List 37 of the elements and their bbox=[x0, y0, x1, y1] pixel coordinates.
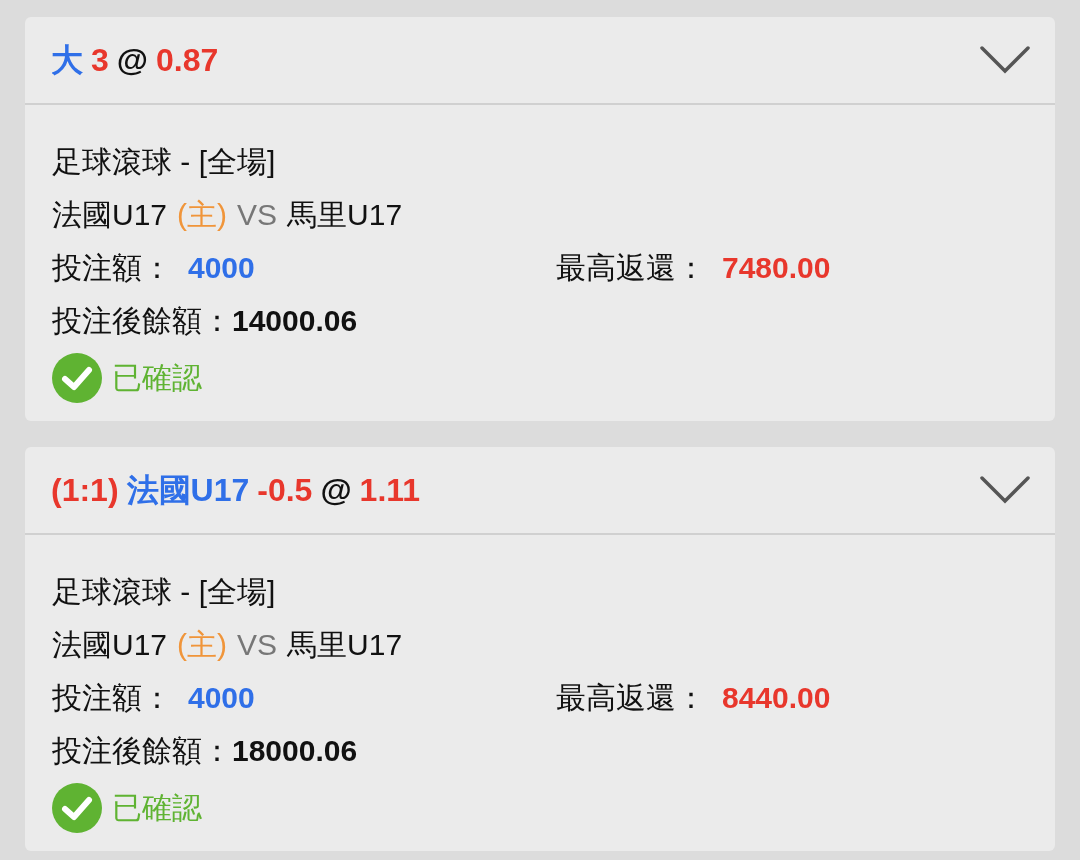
return-value: 7480.00 bbox=[722, 250, 831, 286]
home-team: 法國U17 bbox=[52, 197, 168, 233]
title-part: 大 bbox=[51, 41, 83, 80]
title-part: -0.5 bbox=[257, 471, 313, 510]
title-part: @ bbox=[320, 471, 352, 510]
status-label: 已確認 bbox=[112, 360, 202, 396]
vs-label: VS bbox=[237, 197, 278, 233]
balance-label: 投注後餘額： bbox=[52, 733, 232, 769]
stake-value: 4000 bbox=[188, 250, 255, 286]
balance-value: 14000.06 bbox=[232, 303, 358, 339]
title-part: (1:1) bbox=[51, 471, 119, 510]
home-team: 法國U17 bbox=[52, 627, 168, 663]
title-part: 3 bbox=[91, 41, 109, 80]
home-tag: (主) bbox=[177, 188, 228, 241]
stake-label: 投注額： bbox=[52, 680, 172, 716]
title-part: 1.11 bbox=[359, 471, 421, 510]
title-part: 法國U17 bbox=[126, 471, 250, 510]
market-label: 足球滾球 - [全場] bbox=[52, 144, 276, 180]
market-label: 足球滾球 - [全場] bbox=[52, 574, 276, 610]
balance-value: 18000.06 bbox=[232, 733, 358, 769]
balance-label: 投注後餘額： bbox=[52, 303, 232, 339]
chevron-down-icon[interactable] bbox=[979, 45, 1031, 75]
return-value: 8440.00 bbox=[722, 680, 831, 716]
away-team: 馬里U17 bbox=[287, 197, 403, 233]
return-label: 最高返還： bbox=[556, 680, 706, 716]
check-circle-icon bbox=[52, 352, 102, 403]
return-label: 最高返還： bbox=[556, 250, 706, 286]
title-part: @ bbox=[116, 41, 148, 80]
check-circle-icon bbox=[52, 782, 102, 833]
chevron-down-icon[interactable] bbox=[979, 475, 1031, 505]
title-part: 0.87 bbox=[156, 41, 219, 80]
stake-value: 4000 bbox=[188, 680, 255, 716]
status-label: 已確認 bbox=[112, 790, 202, 826]
home-tag: (主) bbox=[177, 618, 228, 671]
away-team: 馬里U17 bbox=[287, 627, 403, 663]
stake-label: 投注額： bbox=[52, 250, 172, 286]
vs-label: VS bbox=[237, 627, 278, 663]
